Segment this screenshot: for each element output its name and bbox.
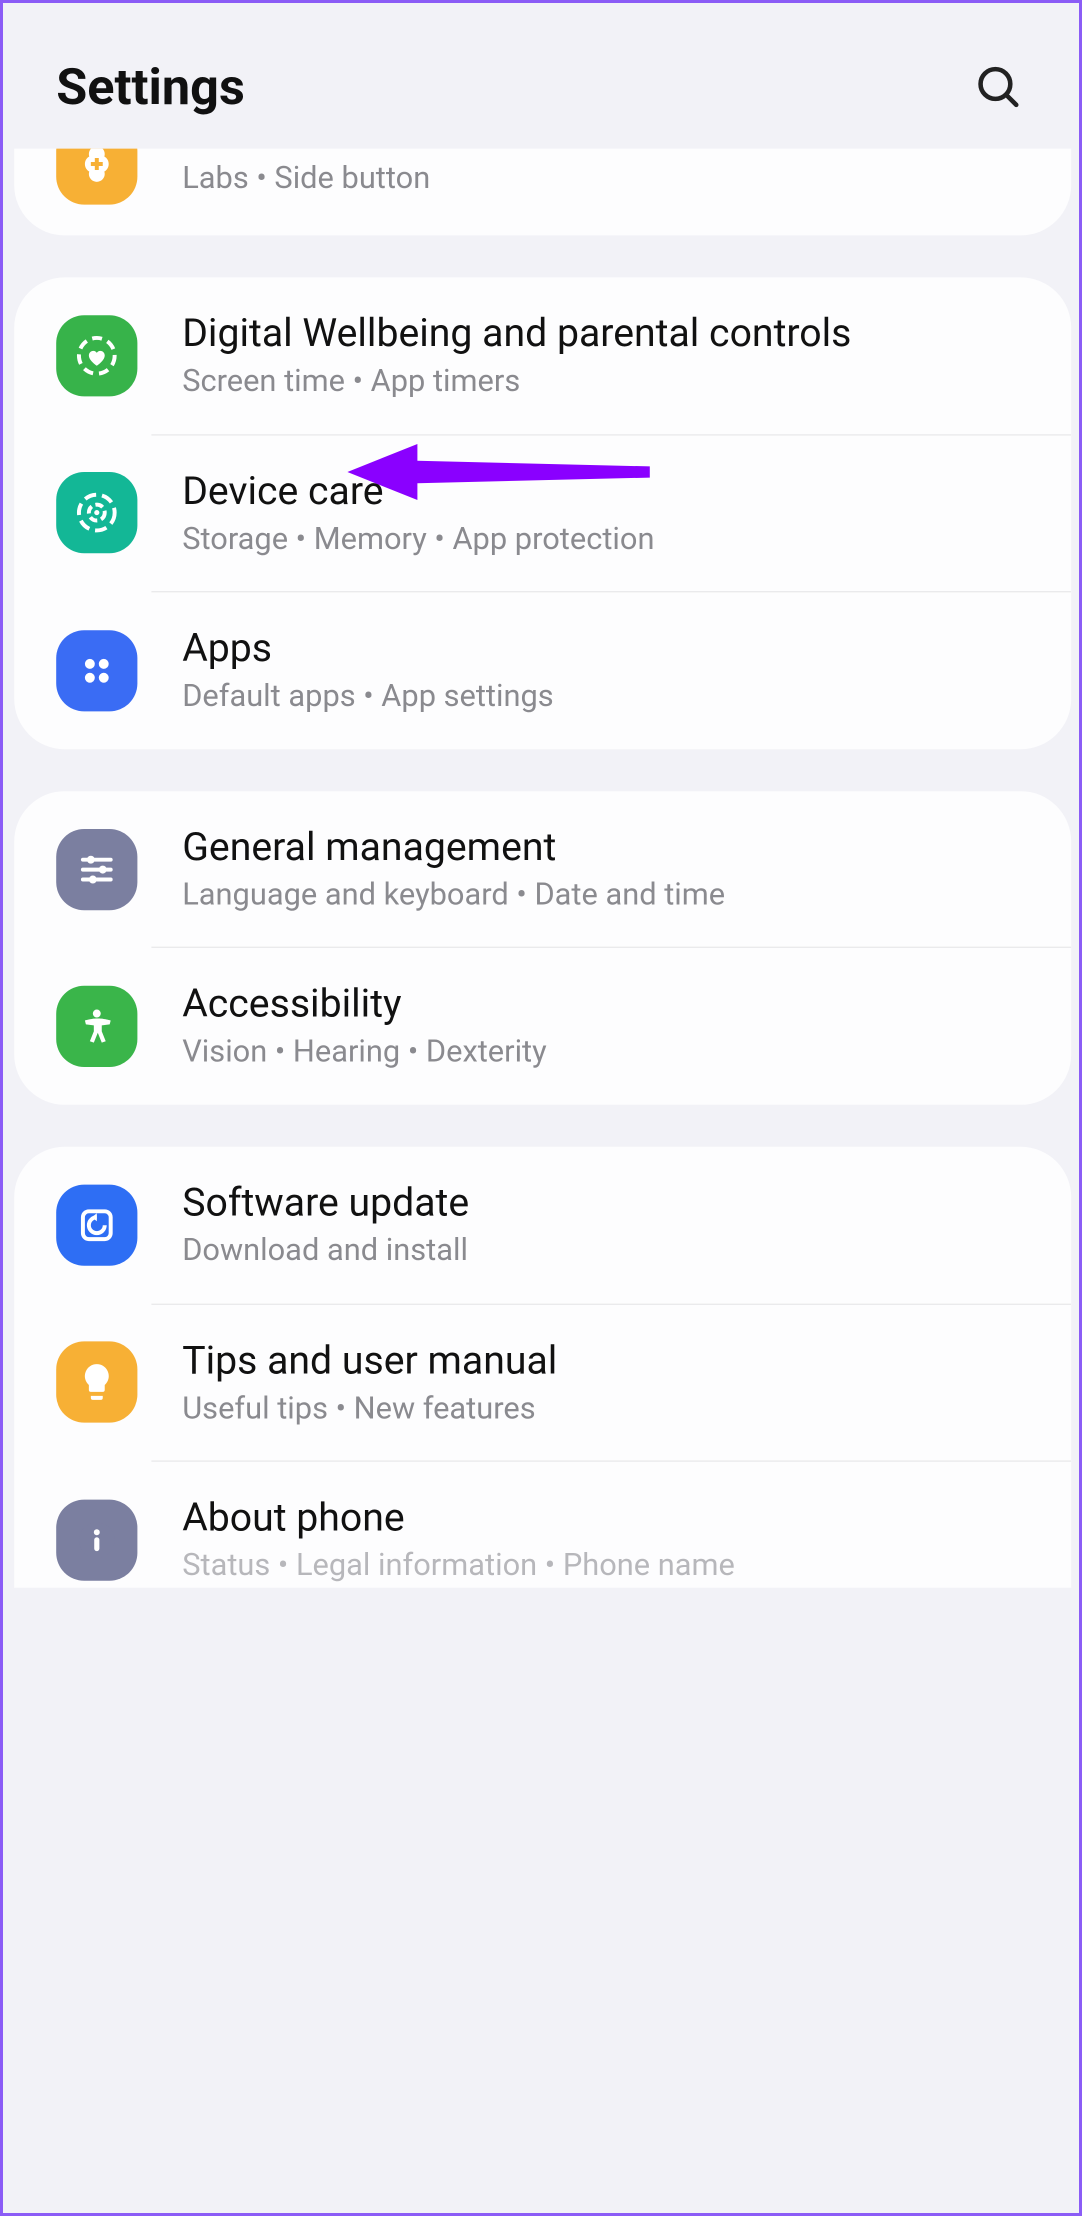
settings-item-about-phone[interactable]: About phone Status • Legal information •… xyxy=(14,1462,1072,1587)
settings-item-accessibility[interactable]: Accessibility Vision • Hearing • Dexteri… xyxy=(14,949,1072,1105)
settings-group: Software update Download and install Tip… xyxy=(14,1147,1072,1588)
settings-item-text: Accessibility Vision • Hearing • Dexteri… xyxy=(182,979,1030,1074)
person-icon xyxy=(56,986,137,1067)
settings-item-subtitle: Useful tips • New features xyxy=(182,1390,1030,1430)
settings-item-title: Software update xyxy=(182,1178,1030,1227)
settings-item-digital-wellbeing[interactable]: Digital Wellbeing and parental controls … xyxy=(14,277,1072,433)
search-button[interactable] xyxy=(968,56,1030,118)
settings-item-subtitle: Vision • Hearing • Dexterity xyxy=(182,1034,1030,1074)
info-icon xyxy=(56,1500,137,1581)
settings-item-subtitle: Default apps • App settings xyxy=(182,678,1030,718)
settings-group: Digital Wellbeing and parental controls … xyxy=(14,277,1072,748)
settings-item-title: Digital Wellbeing and parental controls xyxy=(182,308,1030,357)
device-care-icon xyxy=(56,473,137,554)
settings-item-subtitle: Download and install xyxy=(182,1232,1030,1272)
settings-group: General management Language and keyboard… xyxy=(14,791,1072,1105)
settings-item-title: Tips and user manual xyxy=(182,1335,1030,1384)
settings-header: Settings xyxy=(3,3,1082,157)
settings-item-device-care[interactable]: Device care Storage • Memory • App prote… xyxy=(14,435,1072,591)
lightbulb-icon xyxy=(56,1342,137,1423)
settings-item-title: Accessibility xyxy=(182,979,1030,1028)
settings-item-text: Digital Wellbeing and parental controls … xyxy=(182,308,1030,403)
settings-item-subtitle: Storage • Memory • App protection xyxy=(182,520,1030,560)
settings-item-text: Device care Storage • Memory • App prote… xyxy=(182,466,1030,561)
apps-dots-icon xyxy=(56,630,137,711)
settings-item-text: Tips and user manual Useful tips • New f… xyxy=(182,1335,1030,1430)
settings-item-text: Advanced features Labs • Side button xyxy=(182,154,1030,200)
update-icon xyxy=(56,1184,137,1265)
settings-item-subtitle: Labs • Side button xyxy=(182,159,1030,199)
settings-item-text: General management Language and keyboard… xyxy=(182,822,1030,917)
settings-item-text: Apps Default apps • App settings xyxy=(182,623,1030,718)
settings-item-advanced-features[interactable]: Advanced features Labs • Side button xyxy=(14,149,1072,236)
settings-item-subtitle: Language and keyboard • Date and time xyxy=(182,876,1030,916)
search-icon xyxy=(975,63,1023,111)
settings-item-title: Apps xyxy=(182,623,1030,672)
heart-circle-icon xyxy=(56,315,137,396)
page-title: Settings xyxy=(56,58,245,117)
settings-item-text: Software update Download and install xyxy=(182,1178,1030,1273)
settings-item-subtitle: Screen time • App timers xyxy=(182,363,1030,403)
settings-item-text: About phone Status • Legal information •… xyxy=(182,1493,1030,1588)
puzzle-plus-icon xyxy=(56,149,137,205)
settings-item-tips[interactable]: Tips and user manual Useful tips • New f… xyxy=(14,1304,1072,1460)
sliders-icon xyxy=(56,828,137,909)
settings-item-subtitle: Status • Legal information • Phone name xyxy=(182,1547,1030,1587)
settings-item-software-update[interactable]: Software update Download and install xyxy=(14,1147,1072,1303)
settings-item-apps[interactable]: Apps Default apps • App settings xyxy=(14,593,1072,749)
settings-group: Advanced features Labs • Side button xyxy=(14,149,1072,236)
settings-item-title: Device care xyxy=(182,466,1030,515)
settings-item-title: General management xyxy=(182,822,1030,871)
settings-item-general-management[interactable]: General management Language and keyboard… xyxy=(14,791,1072,947)
settings-item-title: About phone xyxy=(182,1493,1030,1542)
